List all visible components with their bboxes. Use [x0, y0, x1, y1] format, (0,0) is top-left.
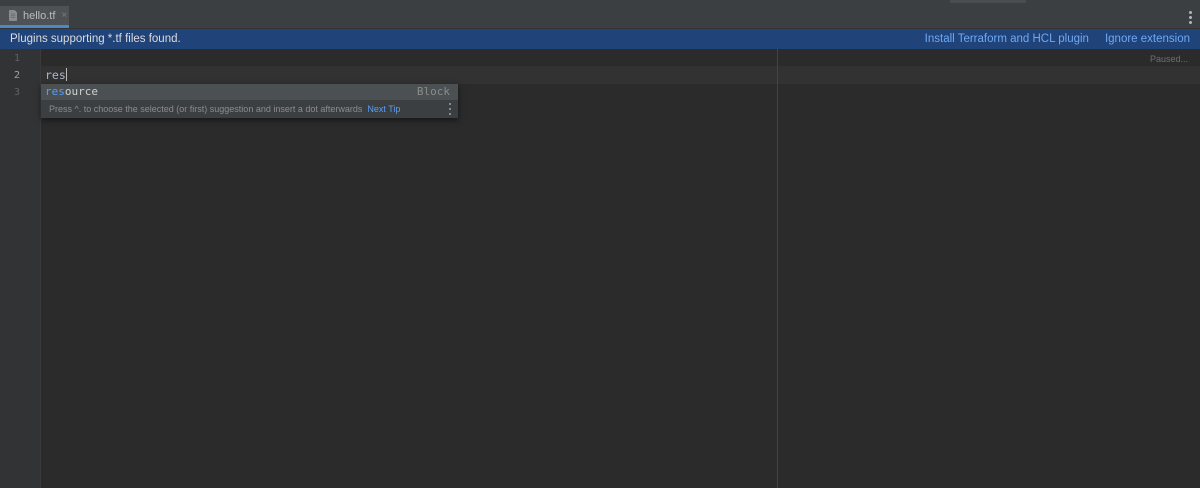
- completion-item-type: Block: [416, 85, 450, 98]
- ignore-extension-link[interactable]: Ignore extension: [1105, 33, 1190, 45]
- plugin-notification-banner: Plugins supporting *.tf files found. Ins…: [0, 29, 1200, 49]
- line-number-gutter: 1 2 3: [0, 49, 40, 488]
- line-number: 1: [13, 53, 20, 64]
- next-tip-link[interactable]: Next Tip: [367, 104, 400, 114]
- ide-window: hello.tf × Plugins supporting *.tf files…: [0, 0, 1200, 488]
- completion-rest-text: ource: [64, 85, 98, 98]
- completion-match-text: res: [45, 85, 65, 98]
- more-vertical-icon[interactable]: [1186, 9, 1194, 25]
- tab-hello-tf[interactable]: hello.tf ×: [0, 6, 69, 28]
- toolbar-fragment: [950, 0, 1026, 3]
- completion-footer: Press ^. to choose the selected (or firs…: [41, 100, 458, 118]
- file-icon: [9, 10, 17, 21]
- completion-popup: resource Block Press ^. to choose the se…: [41, 84, 458, 118]
- banner-message: Plugins supporting *.tf files found.: [10, 33, 181, 45]
- close-icon[interactable]: ×: [61, 10, 67, 21]
- line-number: 3: [13, 87, 20, 98]
- status-paused: Paused...: [1149, 54, 1188, 64]
- completion-hint: Press ^. to choose the selected (or firs…: [49, 104, 363, 114]
- editor-tab-bar: hello.tf ×: [0, 6, 1200, 29]
- line-number-current: 2: [13, 70, 20, 81]
- code-line[interactable]: res: [45, 68, 67, 82]
- completion-item-resource[interactable]: resource Block: [41, 84, 458, 100]
- right-margin-guide: [777, 49, 778, 488]
- typed-text: res: [45, 68, 66, 82]
- more-options-icon[interactable]: [448, 103, 452, 115]
- text-caret: [65, 68, 67, 81]
- tab-label: hello.tf: [23, 9, 56, 22]
- completion-item-label: resource: [45, 85, 98, 98]
- current-line-highlight: [41, 66, 1200, 84]
- install-plugin-link[interactable]: Install Terraform and HCL plugin: [925, 33, 1089, 45]
